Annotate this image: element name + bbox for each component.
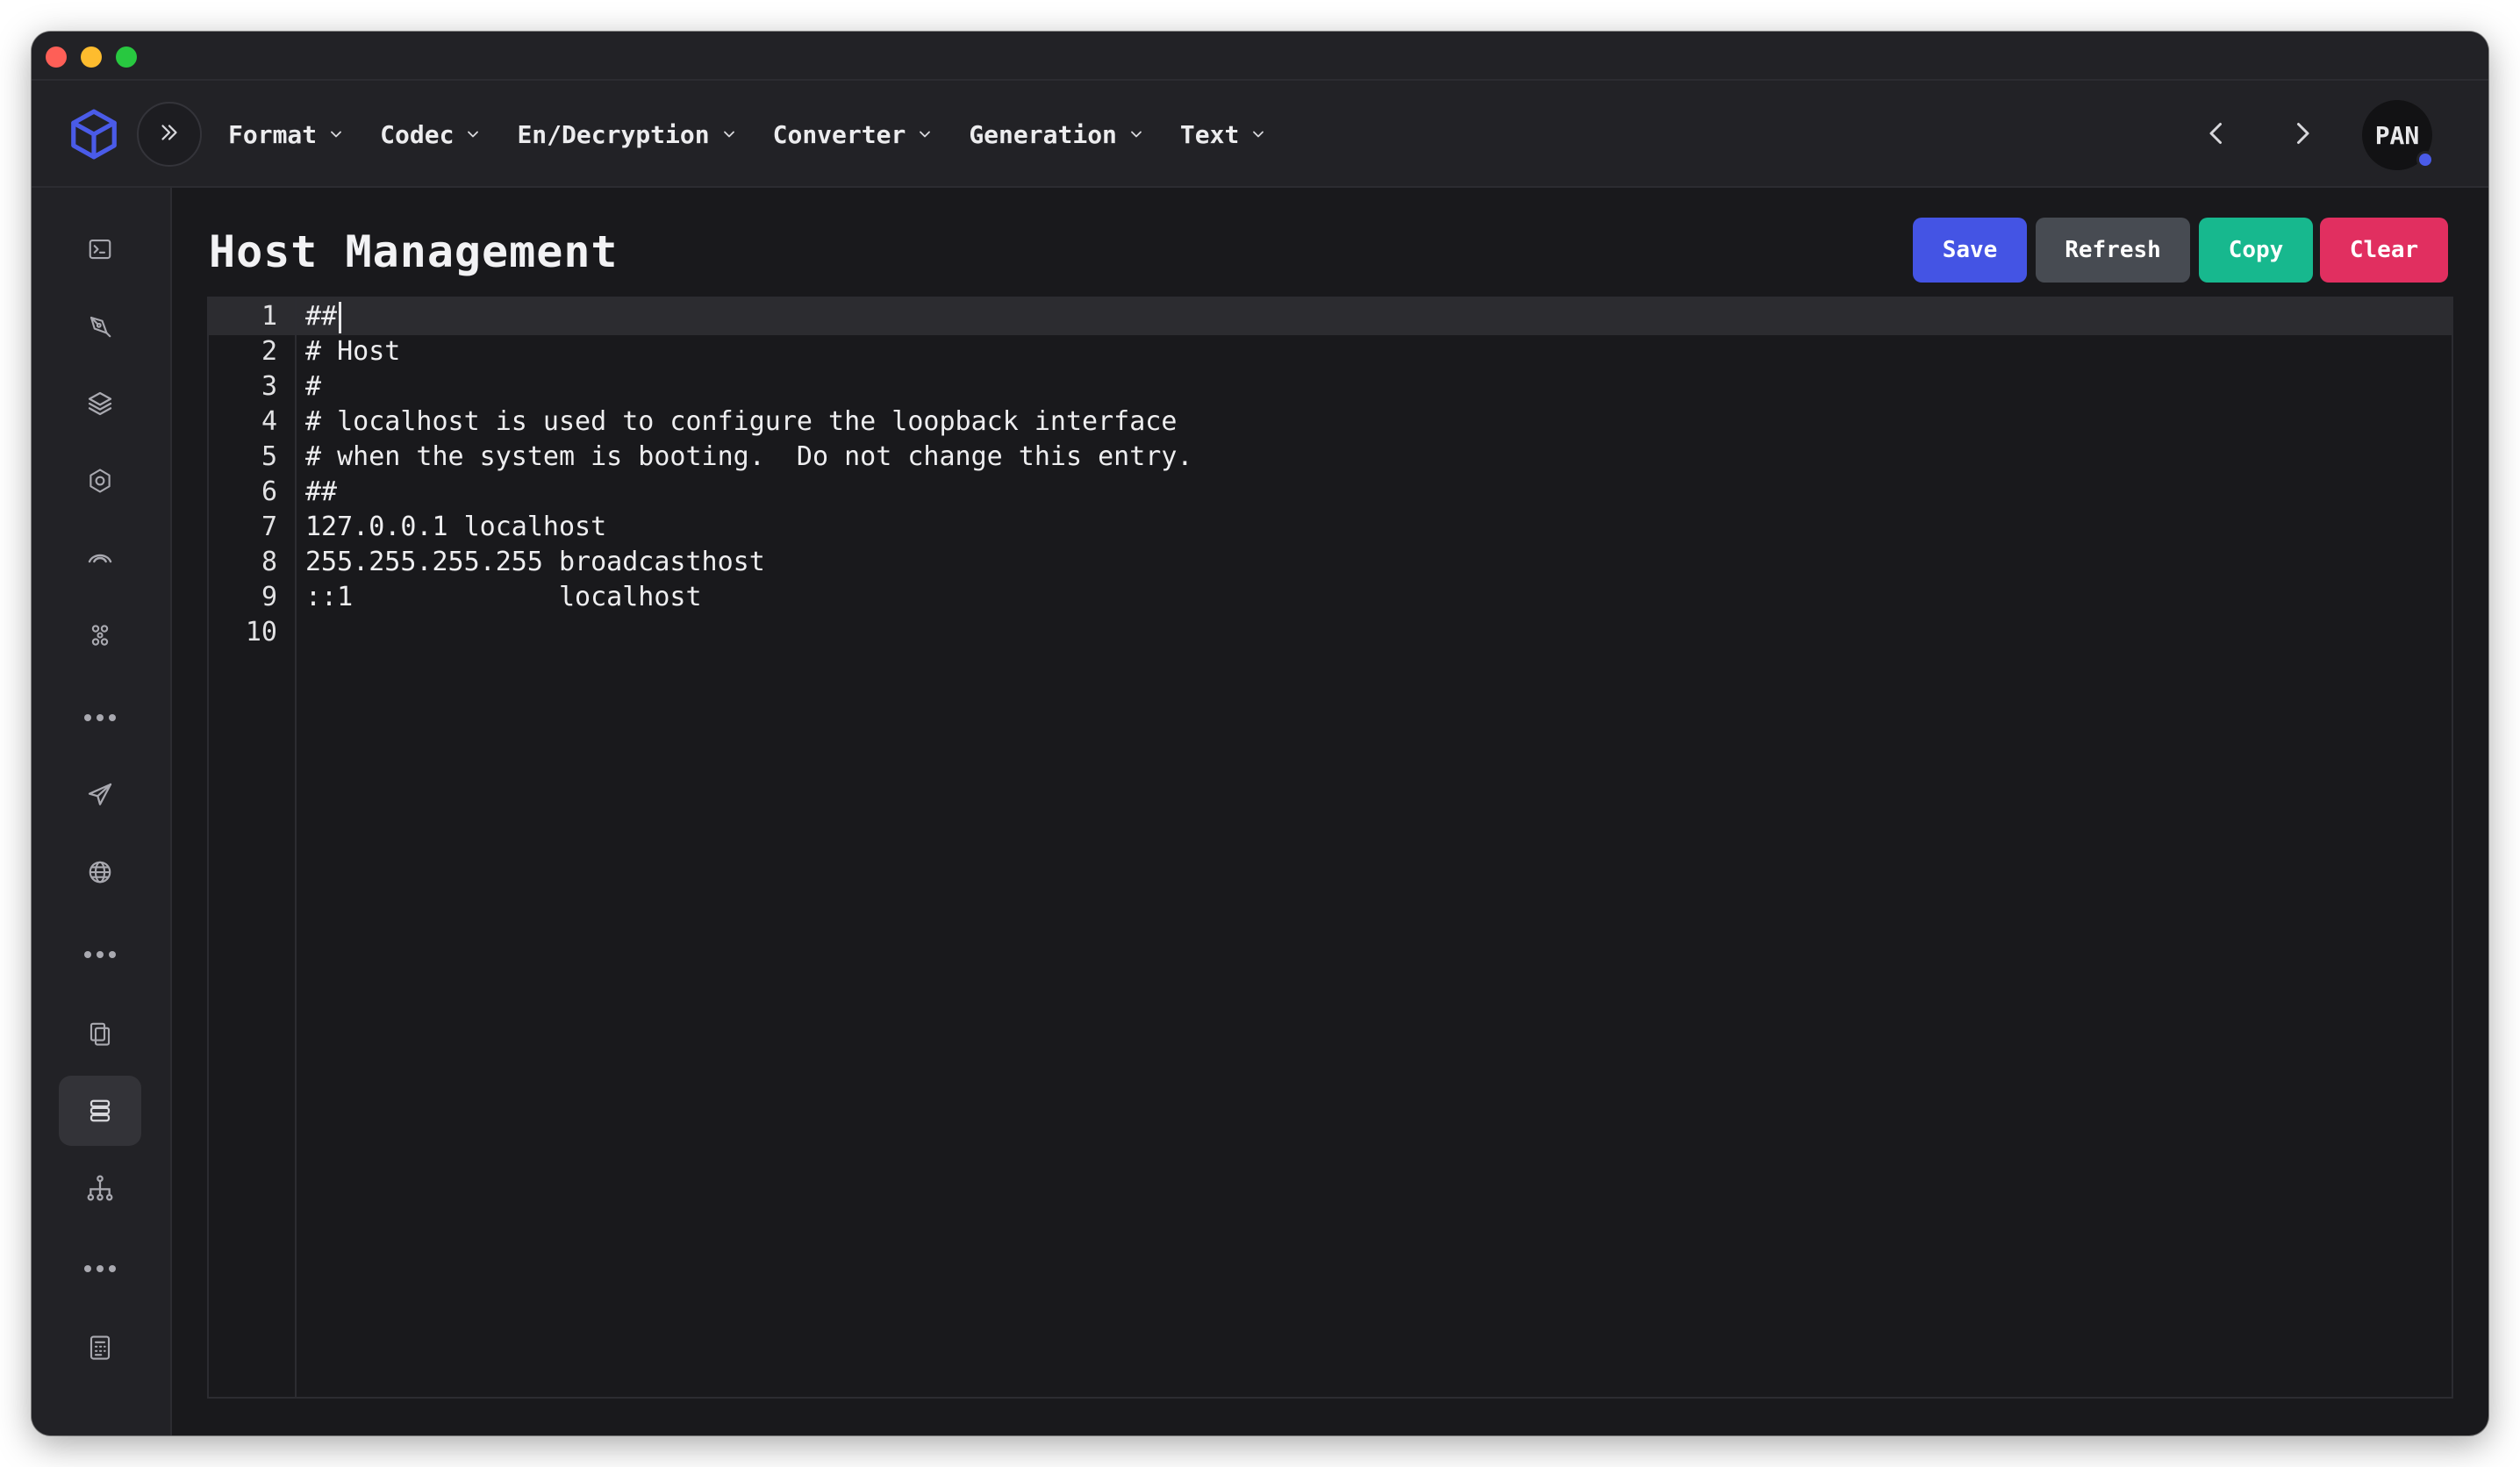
copy-files-icon [89, 1022, 111, 1046]
cube-icon[interactable] [67, 107, 121, 161]
code-line[interactable]: 127.0.0.1 localhost [305, 510, 606, 545]
chevron-down-icon [468, 131, 479, 138]
code-line[interactable]: # [305, 369, 321, 404]
menu-en-decryption[interactable]: En/Decryption [517, 120, 737, 149]
chevron-left-icon [2209, 123, 2222, 144]
sidebar-item-rainbow[interactable] [59, 523, 141, 593]
line-number: 10 [245, 617, 277, 648]
more-dots-icon [84, 951, 116, 958]
line-number: 2 [261, 336, 277, 367]
sidebar-more-3[interactable] [59, 1234, 141, 1304]
sidebar-more-1[interactable] [59, 683, 141, 753]
forward-button[interactable] [2285, 116, 2320, 151]
sidebar-item-calculator[interactable] [59, 1313, 141, 1383]
line-number: 3 [261, 371, 277, 402]
terminal-icon [89, 239, 111, 260]
page-title: Host Management [209, 226, 619, 277]
sidebar-item-globe[interactable] [59, 837, 141, 907]
sidebar-item-copy[interactable] [59, 998, 141, 1069]
menu-en-decryption-label: En/Decryption [517, 119, 710, 149]
sidebar-item-send[interactable] [59, 760, 141, 830]
avatar-initials: PAN [2374, 120, 2420, 150]
sitemap-icon [87, 1175, 113, 1201]
sidebar-item-sitemap[interactable] [59, 1153, 141, 1223]
menu-text-label: Text [1179, 119, 1240, 149]
chevron-down-icon [723, 131, 734, 138]
sidebar-item-terminal[interactable] [59, 214, 141, 284]
save-button[interactable]: Save [1913, 218, 2027, 283]
active-line-highlight [209, 298, 2452, 335]
title-bar [32, 32, 2488, 81]
expand-sidebar-button[interactable] [137, 102, 202, 167]
close-window-button[interactable] [46, 47, 67, 68]
refresh-button[interactable]: Refresh [2036, 218, 2190, 283]
code-line[interactable]: ## [305, 299, 337, 334]
menu-generation[interactable]: Generation [969, 120, 1145, 149]
more-dots-icon [84, 714, 116, 721]
chevron-down-icon [920, 131, 931, 138]
sidebar-item-command[interactable] [59, 600, 141, 670]
double-chevron-right-icon [156, 119, 183, 149]
calculator-icon [89, 1335, 111, 1360]
line-number: 4 [261, 406, 277, 437]
hosts-code-editor[interactable]: 1 2 3 4 5 6 7 8 9 10 ## # Host # # local… [207, 297, 2453, 1399]
menu-format-label: Format [228, 119, 318, 149]
app-window: Format Codec En/Decryption Converter Gen… [32, 32, 2488, 1435]
line-number: 1 [261, 301, 277, 332]
command-icon [91, 625, 109, 646]
code-line[interactable]: # localhost is used to configure the loo… [305, 404, 1177, 440]
chevron-down-icon [1130, 131, 1142, 138]
send-icon [88, 783, 112, 805]
menu-codec[interactable]: Codec [380, 120, 482, 149]
sidebar-item-host-management[interactable] [59, 1076, 141, 1146]
globe-icon [89, 861, 111, 884]
code-line[interactable]: 255.255.255.255 broadcasthost [305, 545, 765, 580]
menu-format[interactable]: Format [228, 120, 345, 149]
code-line[interactable]: ::1 localhost [305, 580, 702, 615]
pen-tool-icon [89, 316, 111, 338]
menu-converter[interactable]: Converter [773, 120, 934, 149]
back-button[interactable] [2199, 116, 2234, 151]
settings-gear-icon [89, 469, 111, 493]
code-line[interactable]: # Host [305, 334, 400, 369]
line-number: 7 [261, 512, 277, 542]
top-navigation: Format Codec En/Decryption Converter Gen… [32, 81, 2488, 188]
more-dots-icon [84, 1265, 116, 1272]
sidebar-more-2[interactable] [59, 920, 141, 990]
maximize-window-button[interactable] [116, 47, 137, 68]
layers-icon [88, 391, 112, 416]
status-dot [2416, 151, 2434, 168]
main-content: Host Management Save Refresh Copy Clear … [174, 188, 2488, 1435]
line-number: 6 [261, 476, 277, 507]
main-menu: Format Codec En/Decryption Converter Gen… [228, 81, 1302, 188]
chevron-right-icon [2297, 123, 2309, 144]
sidebar [32, 188, 172, 1435]
line-number: 8 [261, 547, 277, 577]
chevron-down-icon [331, 131, 342, 138]
menu-converter-label: Converter [772, 119, 906, 149]
sidebar-item-settings[interactable] [59, 446, 141, 516]
rainbow-icon [88, 554, 112, 563]
line-number: 9 [261, 582, 277, 612]
menu-codec-label: Codec [380, 119, 455, 149]
database-list-icon [89, 1099, 111, 1122]
line-number-gutter: 1 2 3 4 5 6 7 8 9 10 [209, 298, 297, 1397]
code-line[interactable]: # when the system is booting. Do not cha… [305, 440, 1192, 475]
clear-button[interactable]: Clear [2320, 218, 2448, 283]
avatar[interactable]: PAN [2362, 100, 2434, 170]
copy-button[interactable]: Copy [2199, 218, 2313, 283]
minimize-window-button[interactable] [81, 47, 102, 68]
chevron-down-icon [1253, 131, 1264, 138]
line-number: 5 [261, 441, 277, 472]
menu-generation-label: Generation [969, 119, 1117, 149]
code-line[interactable]: ## [305, 475, 337, 510]
text-cursor [339, 302, 341, 333]
sidebar-item-layers[interactable] [59, 369, 141, 439]
sidebar-item-pen[interactable] [59, 291, 141, 361]
menu-text[interactable]: Text [1180, 120, 1267, 149]
